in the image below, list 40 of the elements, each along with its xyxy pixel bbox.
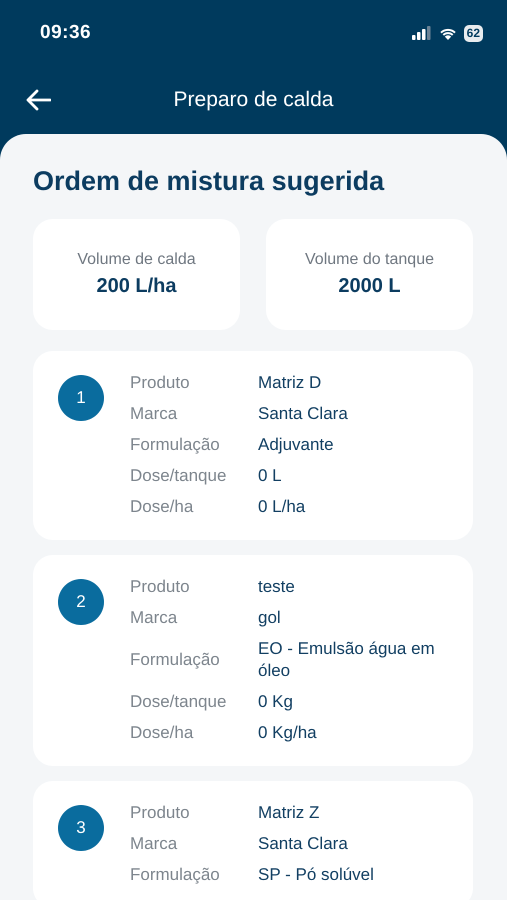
field-label: Produto [130,576,191,598]
field-label: Formulação [130,864,221,886]
field-value: Santa Clara [258,403,348,425]
field-label: Dose/tanque [130,465,228,487]
field-value: gol [258,607,282,629]
field-label: Dose/tanque [130,691,228,713]
field-label: Produto [130,372,191,394]
field-label: Marca [130,403,178,425]
field-value: Matriz D [258,372,322,394]
summary-label: Volume de calda [77,251,196,269]
signal-icon [412,26,432,40]
summary-value: 200 L/ha [96,275,177,298]
step-number: 1 [58,375,104,421]
field-label: Dose/ha [130,722,194,744]
section-title: Ordem de mistura sugerida [33,165,384,198]
field-label: Dose/ha [130,496,194,518]
wifi-icon [438,26,458,40]
field-value: EO - Emulsão água em óleo [258,638,436,682]
summary-value: 2000 L [338,275,401,298]
summary-label: Volume do tanque [305,251,434,269]
status-time: 09:36 [40,22,92,44]
step-number: 2 [58,579,104,625]
field-value: SP - Pó solúvel [258,864,374,886]
field-label: Marca [130,833,178,855]
field-value: 0 L [258,465,283,487]
step-number: 3 [58,805,104,851]
back-arrow-icon [25,89,51,111]
field-value: 0 L/ha [258,496,306,518]
battery-level: 62 [464,24,483,42]
field-value: Matriz Z [258,802,320,824]
field-label: Formulação [130,649,221,671]
field-label: Marca [130,607,178,629]
field-label: Formulação [130,434,221,456]
field-value: 0 Kg [258,691,294,713]
field-label: Produto [130,802,191,824]
screen-title: Preparo de calda [174,88,334,111]
field-value: teste [258,576,296,598]
field-value: 0 Kg/ha [258,722,318,744]
field-value: Santa Clara [258,833,349,855]
field-value: Adjuvante [258,434,335,456]
